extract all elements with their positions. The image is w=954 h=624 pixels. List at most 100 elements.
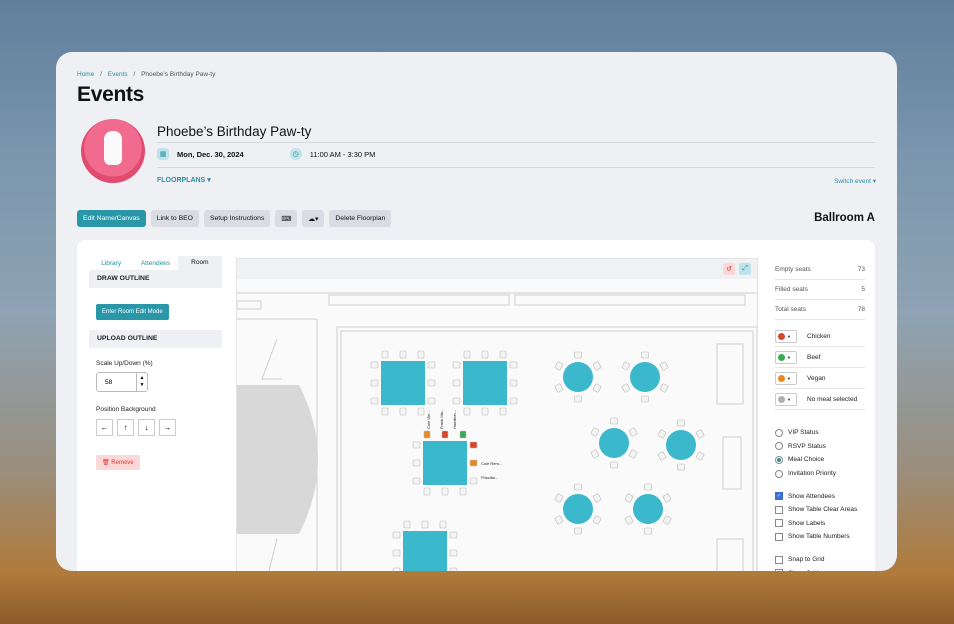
chair[interactable] — [412, 459, 421, 467]
chair[interactable] — [459, 430, 467, 439]
radio-button[interactable] — [775, 442, 783, 451]
chair[interactable] — [370, 397, 379, 405]
tables-layer[interactable] — [370, 350, 705, 571]
chair[interactable] — [499, 407, 507, 416]
tab-room[interactable]: Room — [177, 256, 222, 270]
arrow-left-button[interactable]: ← — [96, 419, 113, 436]
chair[interactable] — [392, 549, 401, 557]
tab-library[interactable]: Library — [89, 260, 133, 267]
chair[interactable] — [452, 397, 461, 405]
arrow-down-button[interactable]: ↓ — [138, 419, 155, 436]
chair[interactable] — [423, 487, 431, 496]
chair[interactable] — [662, 515, 672, 525]
chair[interactable] — [449, 567, 458, 571]
chair[interactable] — [399, 407, 407, 416]
chair[interactable] — [657, 451, 667, 461]
chair[interactable] — [662, 493, 672, 503]
chair[interactable] — [677, 463, 685, 471]
expand-button[interactable]: ⤢ — [739, 263, 751, 275]
chair[interactable] — [592, 493, 602, 503]
radio-button[interactable] — [775, 469, 783, 478]
chair[interactable] — [392, 567, 401, 571]
square-table[interactable] — [381, 361, 425, 405]
chair[interactable] — [449, 549, 458, 557]
undo-button[interactable]: ↺ — [723, 263, 735, 275]
chair[interactable] — [381, 407, 389, 416]
square-table[interactable] — [403, 531, 447, 571]
chair[interactable] — [509, 361, 518, 369]
chair[interactable] — [469, 477, 478, 485]
chair[interactable] — [441, 487, 449, 496]
show-checkbox-row[interactable]: ✓ Show Attendees — [775, 489, 865, 503]
delete-floorplan-button[interactable]: Delete Floorplan — [329, 210, 392, 227]
floorplans-dropdown[interactable]: FLOORPLANS ▾ — [157, 176, 211, 184]
grid-checkbox-row[interactable]: Show Grid — [775, 566, 865, 571]
chair[interactable] — [412, 477, 421, 485]
tab-attendees[interactable]: Attendees — [133, 260, 177, 267]
checkbox[interactable] — [775, 555, 783, 564]
chair[interactable] — [554, 361, 564, 371]
arrow-right-button[interactable]: → — [159, 419, 176, 436]
chair[interactable] — [399, 350, 407, 359]
chair[interactable] — [592, 361, 602, 371]
chair[interactable] — [417, 350, 425, 359]
chair[interactable] — [628, 449, 638, 459]
chair[interactable] — [641, 351, 649, 359]
chair[interactable] — [481, 350, 489, 359]
meal-color-picker[interactable]: ▼ — [775, 371, 797, 385]
chair[interactable] — [624, 515, 634, 525]
chair[interactable] — [449, 531, 458, 539]
square-table[interactable] — [423, 441, 467, 485]
chair[interactable] — [441, 430, 449, 439]
chair[interactable] — [403, 520, 411, 529]
round-table[interactable] — [599, 428, 629, 458]
chair[interactable] — [641, 395, 649, 403]
chair[interactable] — [657, 429, 667, 439]
chair[interactable] — [463, 350, 471, 359]
chair[interactable] — [499, 350, 507, 359]
chair[interactable] — [659, 361, 669, 371]
chair[interactable] — [412, 441, 421, 449]
chair[interactable] — [554, 515, 564, 525]
chair[interactable] — [590, 449, 600, 459]
chair[interactable] — [574, 351, 582, 359]
round-table[interactable] — [630, 362, 660, 392]
chair[interactable] — [574, 395, 582, 403]
checkbox[interactable] — [775, 532, 783, 541]
chair[interactable] — [610, 417, 618, 425]
chair[interactable] — [381, 350, 389, 359]
round-table[interactable] — [666, 430, 696, 460]
chair[interactable] — [370, 379, 379, 387]
show-checkbox-row[interactable]: Show Table Clear Areas — [775, 503, 865, 517]
chair[interactable] — [554, 493, 564, 503]
color-by-radio[interactable]: Invitation Priority — [775, 467, 865, 481]
chair[interactable] — [628, 427, 638, 437]
chair[interactable] — [659, 383, 669, 393]
chair[interactable] — [574, 483, 582, 491]
scale-stepper[interactable]: 58 ▲ ▼ — [96, 372, 148, 392]
floorplan-canvas[interactable]: ↺ ⤢ Cole We... Frank Ma... Hamilton... C… — [236, 258, 758, 571]
switch-event-dropdown[interactable]: Switch event ▾ — [834, 177, 876, 185]
meal-color-picker[interactable]: ▼ — [775, 329, 797, 343]
chair[interactable] — [439, 520, 447, 529]
chair[interactable] — [509, 379, 518, 387]
chair[interactable] — [423, 430, 431, 439]
chair[interactable] — [417, 407, 425, 416]
show-checkbox-row[interactable]: Show Labels — [775, 517, 865, 531]
checkbox[interactable]: ✓ — [775, 492, 783, 501]
breadcrumb-events[interactable]: Events — [108, 71, 128, 78]
setup-instructions-button[interactable]: Setup Instructions — [203, 210, 271, 227]
chair[interactable] — [509, 397, 518, 405]
link-to-beo-button[interactable]: Link to BEO — [150, 210, 199, 227]
chair[interactable] — [695, 451, 705, 461]
color-by-radio[interactable]: RSVP Status — [775, 440, 865, 454]
grid-checkbox-row[interactable]: Snap to Grid — [775, 553, 865, 567]
chair[interactable] — [392, 531, 401, 539]
chair[interactable] — [610, 461, 618, 469]
chair[interactable] — [677, 419, 685, 427]
arrow-up-button[interactable]: ↑ — [117, 419, 134, 436]
enter-room-edit-button[interactable]: Enter Room Edit Mode — [96, 304, 169, 320]
meal-color-picker[interactable]: ▼ — [775, 350, 797, 364]
floorplan-drawing[interactable]: Cole We... Frank Ma... Hamilton... Cole … — [237, 279, 757, 571]
show-checkbox-row[interactable]: Show Table Numbers — [775, 530, 865, 544]
